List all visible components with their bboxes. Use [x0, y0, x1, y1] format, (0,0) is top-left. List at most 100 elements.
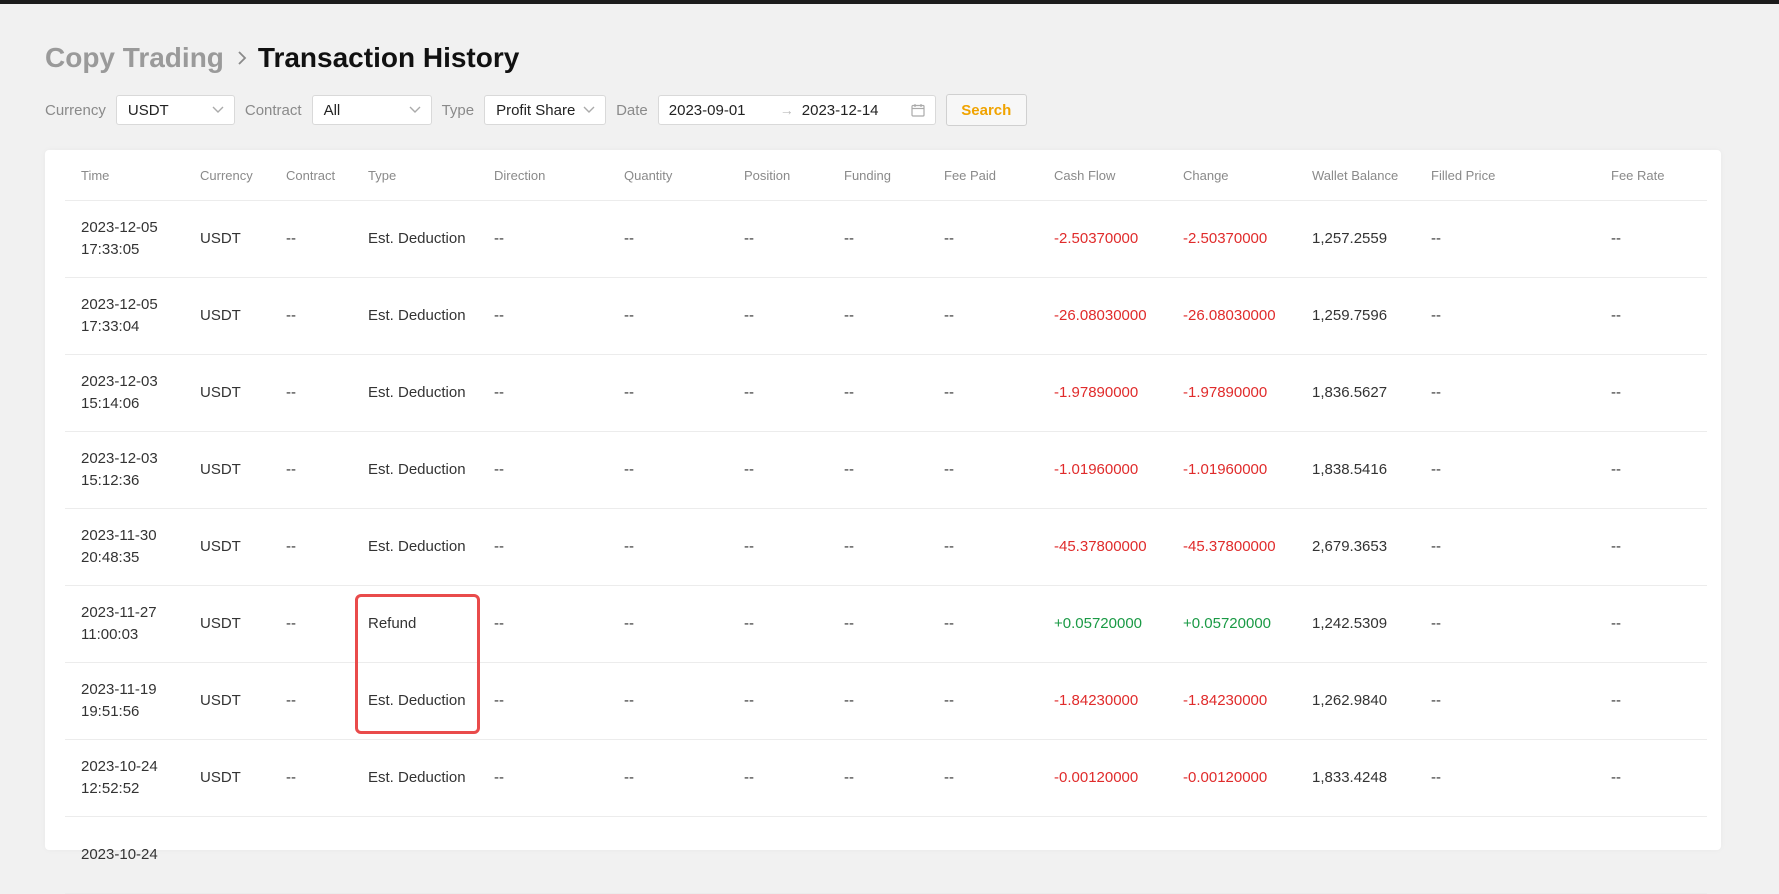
type-cell: Est. Deduction [352, 200, 478, 278]
time-cell: 2023-12-03 15:14:06 [65, 354, 184, 432]
filled-price-cell: -- [1415, 200, 1595, 278]
fee-rate-cell: -- [1595, 508, 1707, 586]
direction-cell: -- [478, 354, 608, 432]
currency-cell: USDT [184, 200, 270, 278]
fee-rate-cell: -- [1595, 354, 1707, 432]
time-date: 2023-12-05 [81, 219, 158, 236]
chevron-down-icon [409, 106, 421, 114]
funding-cell: -- [828, 200, 928, 278]
cash-flow-cell: -1.84230000 [1038, 662, 1167, 740]
wallet-balance-cell: 1,833.4248 [1296, 739, 1415, 817]
fee-paid-cell: -- [928, 585, 1038, 663]
contract-cell: -- [270, 739, 352, 817]
time-cell: 2023-11-19 19:51:56 [65, 662, 184, 740]
fee-rate-cell: -- [1595, 739, 1707, 817]
funding-cell: -- [828, 277, 928, 355]
column-header: Contract [270, 150, 352, 201]
table-row[interactable]: 2023-11-19 19:51:56 USDT -- Est. Deduction --… [65, 662, 1707, 740]
time-cell: 2023-12-05 17:33:05 [65, 200, 184, 278]
table-row[interactable]: 2023-10-24 12:52:52 USDT -- Est. Deduction --… [65, 739, 1707, 817]
table-row[interactable]: 2023-12-05 17:33:04 USDT -- Est. Deduction --… [65, 277, 1707, 355]
type-cell [352, 816, 478, 894]
column-header: Quantity [608, 150, 728, 201]
contract-cell: -- [270, 508, 352, 586]
time-date: 2023-10-24 [81, 758, 158, 775]
fee-rate-cell: -- [1595, 585, 1707, 663]
search-button[interactable]: Search [945, 94, 1027, 126]
table-row[interactable]: 2023-10-24 [65, 816, 1707, 894]
transaction-table: Time Currency Contract Type Direction Quantit… [65, 150, 1707, 894]
contract-label: Contract [244, 101, 302, 119]
direction-cell: -- [478, 585, 608, 663]
table-row[interactable]: 2023-12-03 15:12:36 USDT -- Est. Deduction --… [65, 431, 1707, 509]
column-header: Position [728, 150, 828, 201]
position-cell: -- [728, 585, 828, 663]
time-date: 2023-12-03 [81, 373, 158, 390]
quantity-cell: -- [608, 662, 728, 740]
change-cell: -1.97890000 [1167, 354, 1296, 432]
change-cell: -0.00120000 [1167, 739, 1296, 817]
table-row[interactable]: 2023-12-03 15:14:06 USDT -- Est. Deduction --… [65, 354, 1707, 432]
change-cell: -1.84230000 [1167, 662, 1296, 740]
currency-select[interactable]: USDT [115, 95, 235, 125]
time-date: 2023-10-24 [81, 846, 158, 863]
chevron-down-icon [212, 106, 224, 114]
column-header: Type [352, 150, 478, 201]
table-row[interactable]: 2023-11-27 11:00:03 USDT -- Refund -- -- -- -- --… [65, 585, 1707, 663]
column-header: Direction [478, 150, 608, 201]
contract-cell: -- [270, 431, 352, 509]
wallet-balance-cell: 2,679.3653 [1296, 508, 1415, 586]
currency-cell: USDT [184, 354, 270, 432]
type-cell: Est. Deduction [352, 662, 478, 740]
time-cell: 2023-12-05 17:33:04 [65, 277, 184, 355]
currency-select-value: USDT [127, 101, 169, 119]
cash-flow-cell: +0.05720000 [1038, 585, 1167, 663]
column-header: Wallet Balance [1296, 150, 1415, 201]
breadcrumb-parent-link[interactable]: Copy Trading [45, 42, 224, 74]
date-range-picker[interactable]: → [657, 95, 936, 125]
start-date-input[interactable] [668, 101, 774, 119]
funding-cell: -- [828, 508, 928, 586]
contract-cell: -- [270, 662, 352, 740]
funding-cell: -- [828, 354, 928, 432]
time-cell: 2023-10-24 12:52:52 [65, 739, 184, 817]
column-header: Cash Flow [1038, 150, 1167, 201]
type-cell: Est. Deduction [352, 277, 478, 355]
time-clock: 20:48:35 [81, 549, 140, 566]
type-cell: Refund [352, 585, 478, 663]
contract-cell [270, 816, 352, 894]
filled-price-cell: -- [1415, 508, 1595, 586]
position-cell: -- [728, 200, 828, 278]
end-date-input[interactable] [801, 101, 907, 119]
cash-flow-cell: -2.50370000 [1038, 200, 1167, 278]
column-header: Funding [828, 150, 928, 201]
quantity-cell: -- [608, 200, 728, 278]
top-bar [0, 0, 1779, 4]
type-label: Type [441, 101, 475, 119]
table-row[interactable]: 2023-12-05 17:33:05 USDT -- Est. Deduction --… [65, 200, 1707, 278]
fee-paid-cell: -- [928, 431, 1038, 509]
column-header: Fee Rate [1595, 150, 1707, 201]
filled-price-cell: -- [1415, 354, 1595, 432]
type-cell: Est. Deduction [352, 354, 478, 432]
table-row[interactable]: 2023-11-30 20:48:35 USDT -- Est. Deduction --… [65, 508, 1707, 586]
filled-price-cell: -- [1415, 431, 1595, 509]
type-select-value: Profit Share [496, 101, 576, 119]
fee-rate-cell: -- [1595, 662, 1707, 740]
time-cell: 2023-11-27 11:00:03 [65, 585, 184, 663]
filled-price-cell: -- [1415, 277, 1595, 355]
funding-cell: -- [828, 662, 928, 740]
position-cell: -- [728, 508, 828, 586]
contract-select[interactable]: All [311, 95, 432, 125]
quantity-cell: -- [608, 739, 728, 817]
currency-cell: USDT [184, 431, 270, 509]
position-cell: -- [728, 739, 828, 817]
time-cell: 2023-12-03 15:12:36 [65, 431, 184, 509]
direction-cell: -- [478, 431, 608, 509]
calendar-icon[interactable] [911, 103, 925, 117]
time-cell: 2023-10-24 [65, 816, 184, 894]
type-select[interactable]: Profit Share [484, 95, 607, 125]
time-date: 2023-11-27 [81, 604, 157, 621]
column-header: Currency [184, 150, 270, 201]
currency-cell: USDT [184, 739, 270, 817]
